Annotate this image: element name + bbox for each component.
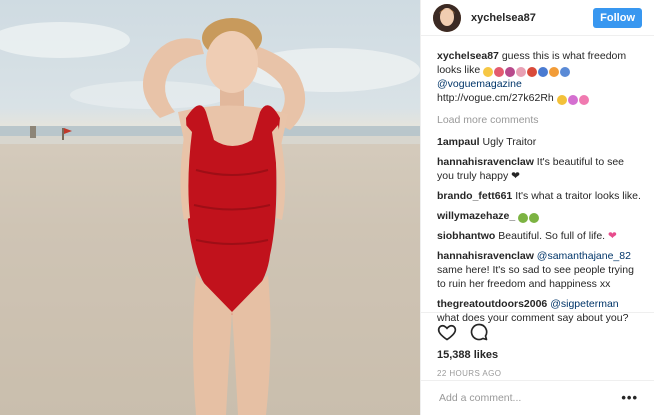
avatar-image [433,3,461,32]
comment-username[interactable]: thegreatoutdoors2006 [437,298,547,310]
add-comment-bar: ••• [421,380,654,414]
caption-link[interactable]: http://vogue.cm/27k62Rh [437,91,642,105]
sparkling-heart-icon: ❤ [608,230,617,242]
comment-text: Ugly Traitor [482,136,537,148]
caption-mention[interactable]: @voguemagazine [437,77,642,91]
comment-text: same here! It's so sad to see people try… [437,264,634,290]
comment-username[interactable]: hannahisravenclaw [437,250,534,262]
action-bar [437,313,638,345]
comment-username[interactable]: hannahisravenclaw [437,156,534,168]
post-sidebar: xychelsea87 Follow xychelsea87 guess thi… [420,0,654,415]
follow-button[interactable]: Follow [593,7,642,28]
ellipsis-icon[interactable]: ••• [621,390,638,405]
comment-text: It's what a traitor looks like. [515,190,641,202]
comment-item: willymazehaze_ [437,209,642,223]
instagram-post: xychelsea87 Follow xychelsea87 guess thi… [0,0,654,415]
post-header: xychelsea87 Follow [421,0,654,36]
comment-item: 1ampaul Ugly Traitor [437,135,642,149]
beach-portrait-image [0,18,420,415]
comments-list: xychelsea87 guess this is what freedom l… [421,36,654,325]
comment-username[interactable]: willymazehaze_ [437,210,515,222]
post-photo[interactable] [0,0,420,415]
comment-text: Beautiful. So full of life. [498,230,606,242]
header-username[interactable]: xychelsea87 [471,11,593,25]
load-more-comments[interactable]: Load more comments [437,113,642,127]
post-footer: 15,388 likes 22 HOURS AGO ••• [421,312,654,405]
comment-item: hannahisravenclaw @samanthajane_82 same … [437,249,642,291]
likes-count[interactable]: 15,388 likes [437,348,638,362]
comment-item: brando_fett661 It's what a traitor looks… [437,189,642,203]
add-comment-input[interactable] [437,390,622,405]
comment-username[interactable]: siobhantwo [437,230,495,242]
black-heart-icon: ❤ [511,170,520,182]
avatar[interactable] [433,3,461,32]
comment-mention[interactable]: @sigpeterman [550,298,618,310]
caption-emojis [483,65,571,77]
comment-username[interactable]: brando_fett661 [437,190,512,202]
heart-outline-icon[interactable] [437,322,457,342]
caption-link-emojis [556,93,590,105]
comment-item: hannahisravenclaw It's beautiful to see … [437,155,642,183]
frog-emoji-icon [518,211,540,223]
comment-item: siobhantwo Beautiful. So full of life. ❤ [437,229,642,243]
caption: xychelsea87 guess this is what freedom l… [437,49,642,105]
caption-username[interactable]: xychelsea87 [437,50,499,62]
comment-username[interactable]: 1ampaul [437,136,480,148]
speech-bubble-icon[interactable] [469,322,489,342]
comment-mention[interactable]: @samanthajane_82 [537,250,631,262]
post-timestamp[interactable]: 22 HOURS AGO [437,367,638,381]
caption-link-text[interactable]: http://vogue.cm/27k62Rh [437,92,554,104]
